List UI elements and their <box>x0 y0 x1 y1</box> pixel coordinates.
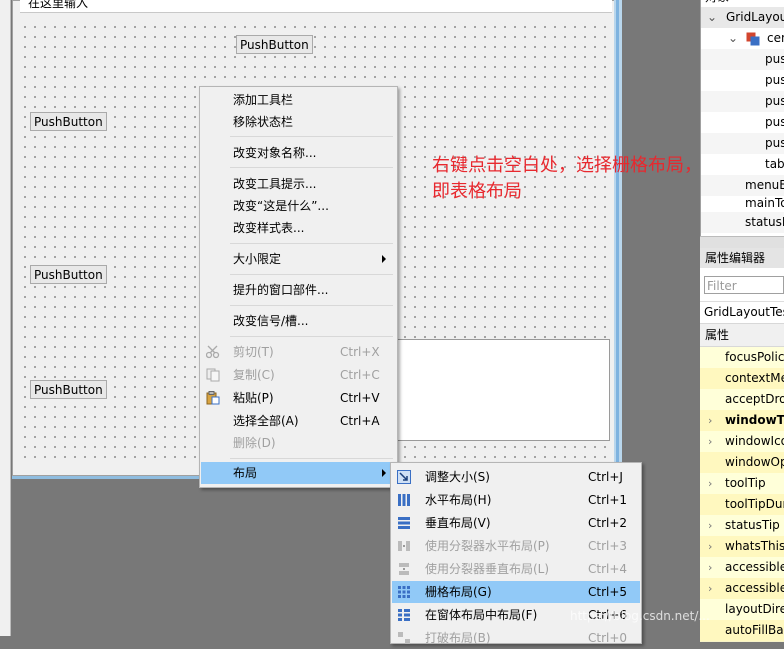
tree-row-pushbutton[interactable]: pushButton_4 <box>701 112 784 133</box>
property-row[interactable]: contextMenuPolicy <box>700 368 784 390</box>
submenu-arrow-icon <box>382 255 386 263</box>
menu-separator <box>230 458 393 459</box>
chevron-right-icon[interactable]: › <box>708 578 712 599</box>
property-editor-title: 属性编辑器 <box>700 248 784 268</box>
menu-item-cut[interactable]: 剪切(T) Ctrl+X <box>201 341 396 363</box>
grid-layout-icon <box>398 586 410 598</box>
watermark-text: https://blog.csdn.net/... <box>570 609 710 623</box>
submenu-item-adjust-size[interactable]: 调整大小(S) Ctrl+J <box>392 466 640 488</box>
menu-separator <box>230 136 393 137</box>
menu-separator <box>230 274 393 275</box>
menu-item-size-constraints[interactable]: 大小限定 <box>201 248 396 270</box>
tree-row-tablewidget[interactable]: tableWidget <box>701 154 784 175</box>
property-row[interactable]: › whatsThis <box>700 536 784 558</box>
submenu-arrow-icon <box>382 469 386 477</box>
tree-row-root[interactable]: ⌄ GridLayoutTest <box>701 7 784 28</box>
menu-item-copy[interactable]: 复制(C) Ctrl+C <box>201 364 396 386</box>
property-row[interactable]: acceptDrops <box>700 389 784 411</box>
chevron-right-icon[interactable]: › <box>708 473 712 494</box>
chevron-down-icon: ⌄ <box>728 31 739 45</box>
menu-item-add-toolbar[interactable]: 添加工具栏 <box>201 89 396 111</box>
form-border-right-line <box>616 0 619 470</box>
submenu-item-grid-layout[interactable]: 栅格布局(G) Ctrl+5 <box>392 581 640 603</box>
menu-separator <box>230 167 393 168</box>
property-row[interactable]: ›accessibleName <box>700 557 784 579</box>
property-row[interactable]: windowOpacity <box>700 452 784 474</box>
property-column-header[interactable]: 属性 <box>700 323 784 347</box>
submenu-item-vertical-layout[interactable]: 垂直布局(V) Ctrl+2 <box>392 512 640 534</box>
property-row[interactable]: ›windowIcon <box>700 431 784 453</box>
tree-row-pushbutton[interactable]: pushButton_5 <box>701 133 784 154</box>
left-panel-edge <box>0 0 11 636</box>
chevron-right-icon[interactable]: › <box>708 557 712 578</box>
property-row[interactable]: autoFillBackground <box>700 620 784 642</box>
property-row[interactable]: layoutDirection <box>700 599 784 621</box>
menu-item-layout[interactable]: 布局 <box>201 462 396 484</box>
vertical-layout-icon <box>398 517 410 529</box>
property-row[interactable]: focusPolicy <box>700 347 784 369</box>
menu-item-change-signals-slots[interactable]: 改变信号/槽... <box>201 310 396 332</box>
tree-row-pushbutton[interactable]: pushButton_3 <box>701 91 784 112</box>
form-layout-icon <box>398 609 410 621</box>
context-menu: 添加工具栏 移除状态栏 改变对象名称... 改变工具提示... 改变“这是什么”… <box>199 86 398 488</box>
vsplitter-icon <box>399 563 409 575</box>
adjust-size-icon <box>397 470 411 484</box>
push-button-1[interactable]: PushButton <box>30 112 107 131</box>
property-filter-input[interactable]: Filter <box>704 276 784 294</box>
chevron-right-icon[interactable]: › <box>708 410 712 431</box>
top-input-text: 在这里输入 <box>28 0 89 10</box>
menu-separator <box>230 305 393 306</box>
horizontal-layout-icon <box>398 494 410 506</box>
chevron-right-icon[interactable]: › <box>708 536 712 557</box>
push-button-top[interactable]: PushButton <box>236 35 313 54</box>
tree-row-pushbutton[interactable]: pushButton_2 <box>701 70 784 91</box>
submenu-item-vsplitter-layout[interactable]: 使用分裂器垂直布局(L) Ctrl+4 <box>392 558 640 580</box>
chevron-down-icon: ⌄ <box>707 10 718 24</box>
tree-row-pushbutton[interactable]: pushButton <box>701 49 784 70</box>
form-top-line-edit[interactable]: 在这里输入 <box>20 0 612 13</box>
submenu-item-break-layout[interactable]: 打破布局(B) Ctrl+0 <box>392 627 640 649</box>
hsplitter-icon <box>398 541 410 551</box>
widget-icon <box>746 32 760 46</box>
menu-item-change-stylesheet[interactable]: 改变样式表... <box>201 217 396 239</box>
menu-item-promoted-widgets[interactable]: 提升的窗口部件... <box>201 279 396 301</box>
push-button-3[interactable]: PushButton <box>30 380 107 399</box>
push-button-2[interactable]: PushButton <box>30 265 107 284</box>
menu-item-select-all[interactable]: 选择全部(A) Ctrl+A <box>201 410 396 432</box>
menu-separator <box>230 243 393 244</box>
paste-icon <box>206 391 220 405</box>
chevron-right-icon[interactable]: › <box>708 515 712 536</box>
property-row[interactable]: ›windowTitle <box>700 410 784 432</box>
property-row[interactable]: › statusTip <box>700 515 784 537</box>
menu-item-change-whatsthis[interactable]: 改变“这是什么”... <box>201 195 396 217</box>
menu-item-paste[interactable]: 粘贴(P) Ctrl+V <box>201 387 396 409</box>
submenu-item-hsplitter-layout[interactable]: 使用分裂器水平布局(P) Ctrl+3 <box>392 535 640 557</box>
property-row[interactable]: › toolTip <box>700 473 784 495</box>
tree-row-statusbar[interactable]: statusBar <box>701 212 784 233</box>
menu-separator <box>230 336 393 337</box>
property-row[interactable]: ›accessibleDescription <box>700 578 784 600</box>
chevron-right-icon[interactable]: › <box>708 431 712 452</box>
break-layout-icon <box>398 632 410 644</box>
menu-item-change-tooltip[interactable]: 改变工具提示... <box>201 173 396 195</box>
tree-row-centralwidget[interactable]: ⌄ centralwidget <box>701 28 784 49</box>
tree-row-maintoolbar[interactable]: mainToolBar <box>701 193 784 214</box>
scissors-icon <box>206 345 220 359</box>
menu-item-delete[interactable]: 删除(D) <box>201 432 396 454</box>
submenu-item-horizontal-layout[interactable]: 水平布局(H) Ctrl+1 <box>392 489 640 511</box>
menu-item-remove-statusbar[interactable]: 移除状态栏 <box>201 111 396 133</box>
property-class-label: GridLayoutTest : QMainWindow <box>700 301 784 359</box>
menu-item-change-object-name[interactable]: 改变对象名称... <box>201 142 396 164</box>
property-row[interactable]: toolTipDuration <box>700 494 784 516</box>
table-widget[interactable] <box>392 339 610 441</box>
copy-icon <box>206 368 220 382</box>
